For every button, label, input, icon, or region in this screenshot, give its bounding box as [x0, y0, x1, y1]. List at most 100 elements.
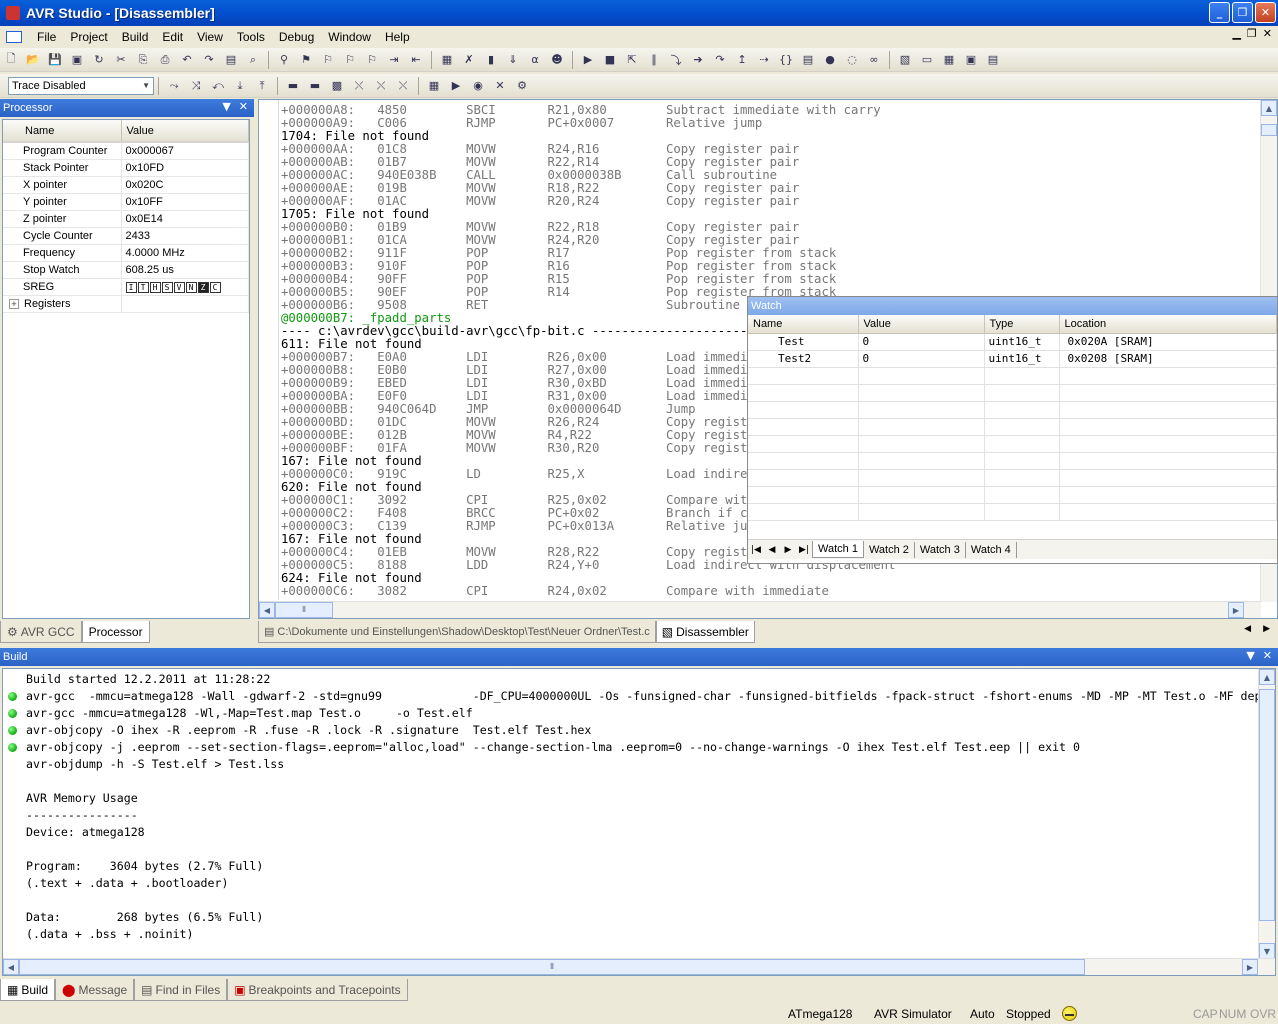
build-line[interactable]: [7, 773, 1275, 790]
build-output[interactable]: Build started 12.2.2011 at 11:28:22 avr-g…: [2, 668, 1276, 976]
scroll-right-icon[interactable]: ▶: [1228, 602, 1244, 618]
build-line[interactable]: ----------------: [7, 807, 1275, 824]
watch-value[interactable]: 0: [858, 350, 985, 368]
table-row[interactable]: [748, 401, 1277, 419]
first-tab-icon[interactable]: |◀: [748, 545, 764, 555]
bookmark-next-icon[interactable]: ⚐: [320, 52, 336, 68]
menu-help[interactable]: Help: [378, 30, 417, 44]
menu-file[interactable]: File: [30, 30, 63, 44]
table-row[interactable]: [748, 486, 1277, 504]
run-to-cursor-icon[interactable]: ⇢: [756, 52, 772, 68]
sreg-row[interactable]: SREG ITHSVNZC: [3, 278, 249, 296]
column-header-value[interactable]: Value: [858, 315, 985, 334]
sreg-bit[interactable]: Z: [197, 281, 209, 293]
record-icon[interactable]: ◉: [470, 78, 486, 94]
table-row[interactable]: Program Counter 0x000067: [3, 142, 249, 160]
table-row[interactable]: Cycle Counter 2433: [3, 227, 249, 245]
register-value[interactable]: 608.25 us: [121, 261, 249, 279]
panel-menu-icon[interactable]: ▼: [1246, 649, 1254, 662]
registers-tree-item[interactable]: + Registers: [3, 295, 122, 313]
table-row[interactable]: Test 0 uint16_t 0x020A [SRAM]: [748, 333, 1277, 351]
build-line[interactable]: AVR Memory Usage: [7, 790, 1275, 807]
scroll-thumb[interactable]: [1259, 689, 1275, 921]
watch-name[interactable]: Test2: [748, 350, 859, 368]
play-film-icon[interactable]: ▶: [448, 78, 464, 94]
sreg-bit[interactable]: S: [161, 281, 173, 293]
sreg-bit[interactable]: C: [209, 281, 221, 293]
next-tab-icon[interactable]: ▶: [780, 545, 796, 555]
build-line[interactable]: Program: 3604 bytes (2.7% Full): [7, 858, 1275, 875]
bug-icon[interactable]: ☻: [549, 52, 565, 68]
tab-scroll-left-icon[interactable]: ◀: [1244, 624, 1251, 634]
horizontal-scrollbar[interactable]: ◀ ⦀ ▶: [259, 601, 1261, 618]
trace-clear-icon[interactable]: ⤨: [188, 78, 204, 94]
register-value[interactable]: 0x020C: [121, 176, 249, 194]
column-header-location[interactable]: Location: [1059, 315, 1277, 334]
sreg-bit[interactable]: H: [149, 281, 161, 293]
bookmark-clear-icon[interactable]: ⚐: [364, 52, 380, 68]
binoculars-icon[interactable]: ⚲: [276, 52, 292, 68]
tab-build[interactable]: ▦ Build: [0, 979, 56, 1001]
watch-value[interactable]: 0: [858, 333, 985, 351]
table-row[interactable]: [748, 469, 1277, 487]
build-line[interactable]: (.data + .bss + .noinit): [7, 926, 1275, 943]
quick-watch-icon[interactable]: ∞: [866, 52, 882, 68]
menu-build[interactable]: Build: [115, 30, 156, 44]
braces-icon[interactable]: {}: [778, 52, 794, 68]
register-value[interactable]: 0x000067: [121, 142, 249, 160]
build-line[interactable]: Device: atmega128: [7, 824, 1275, 841]
paste-icon[interactable]: ▤: [223, 52, 239, 68]
build-line[interactable]: Data: 268 bytes (6.5% Full): [7, 909, 1275, 926]
prev-tab-icon[interactable]: ◀: [764, 545, 780, 555]
column-header-value[interactable]: Value: [121, 120, 249, 143]
breakpoint-icon[interactable]: ●: [822, 52, 838, 68]
open-file-icon[interactable]: 📂: [25, 52, 41, 68]
film-icon[interactable]: ▦: [426, 78, 442, 94]
registers-row[interactable]: + Registers: [3, 295, 249, 313]
tab-disassembler[interactable]: ▧ Disassembler: [655, 621, 755, 643]
tab-watch-1[interactable]: Watch 1: [812, 541, 864, 558]
redo-icon[interactable]: ↷: [201, 52, 217, 68]
breakpoint-gutter[interactable]: [259, 100, 279, 600]
sreg-bit[interactable]: T: [137, 281, 149, 293]
undo-icon[interactable]: ↶: [179, 52, 195, 68]
sreg-bit[interactable]: N: [185, 281, 197, 293]
scroll-right-icon[interactable]: ▶: [1242, 959, 1258, 975]
build-line[interactable]: (.text + .data + .bootloader): [7, 875, 1275, 892]
auto-connect-icon[interactable]: ⤬: [395, 78, 411, 94]
step-into-icon[interactable]: ⤵: [668, 52, 684, 68]
watch-name[interactable]: Test: [748, 333, 859, 351]
mdi-restore-icon[interactable]: ❐: [1247, 27, 1257, 40]
table-row[interactable]: Stop Watch 608.25 us: [3, 261, 249, 279]
watch-header[interactable]: Watch: [748, 297, 1277, 315]
last-tab-icon[interactable]: ▶|: [796, 545, 812, 555]
cut-icon[interactable]: ✂: [113, 52, 129, 68]
cross-icon[interactable]: ✕: [492, 78, 508, 94]
build-line[interactable]: [7, 841, 1275, 858]
copy-icon[interactable]: ⎘: [135, 52, 151, 68]
app-icon[interactable]: [6, 6, 20, 20]
table-row[interactable]: [748, 435, 1277, 453]
run-icon[interactable]: ▶: [580, 52, 596, 68]
tab-processor[interactable]: Processor: [81, 621, 150, 643]
menu-project[interactable]: Project: [63, 30, 114, 44]
find-icon[interactable]: ⌕: [245, 52, 261, 68]
minimize-button[interactable]: _: [1209, 2, 1230, 23]
tab-find-in-files[interactable]: ▤ Find in Files: [134, 979, 228, 1001]
document-icon[interactable]: [6, 31, 22, 43]
tab-breakpoints[interactable]: ▣ Breakpoints and Tracepoints: [227, 979, 408, 1001]
disconnect-icon[interactable]: ⤬: [373, 78, 389, 94]
panel-menu-icon[interactable]: ▼: [222, 100, 230, 113]
save-all-icon[interactable]: ▣: [69, 52, 85, 68]
table-row[interactable]: [748, 367, 1277, 385]
expand-icon[interactable]: +: [9, 298, 19, 309]
tab-watch-4[interactable]: Watch 4: [966, 541, 1017, 558]
scroll-thumb[interactable]: [1261, 124, 1277, 136]
register-view-icon[interactable]: ▣: [963, 52, 979, 68]
table-row[interactable]: X pointer 0x020C: [3, 176, 249, 194]
column-header-type[interactable]: Type: [984, 315, 1060, 334]
mdi-close-icon[interactable]: ✕: [1263, 27, 1272, 40]
scroll-up-icon[interactable]: ▲: [1259, 669, 1275, 685]
chip-settings-icon[interactable]: ▩: [329, 78, 345, 94]
build-line[interactable]: avr-gcc -mmcu=atmega128 -Wall -gdwarf-2 …: [7, 688, 1275, 705]
